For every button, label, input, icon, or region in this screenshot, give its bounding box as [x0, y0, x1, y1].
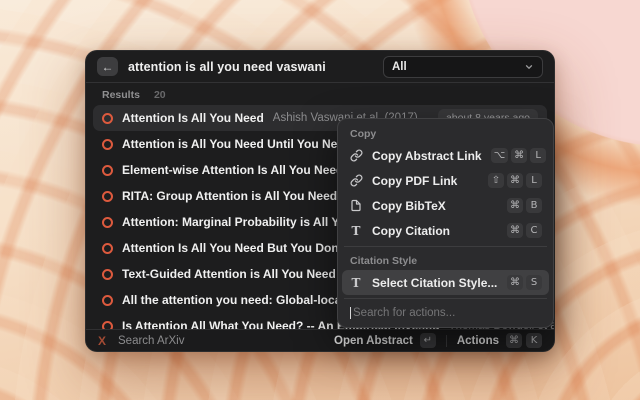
menu-item-label: Copy BibTeX: [372, 199, 498, 213]
arxiv-paper-icon: [102, 269, 113, 280]
return-key-icon: ↵: [420, 333, 436, 348]
arxiv-paper-icon: [102, 295, 113, 306]
document-icon: [350, 199, 362, 212]
arxiv-paper-icon: [102, 217, 113, 228]
link-icon: [350, 149, 363, 162]
shortcut-key: S: [526, 275, 542, 290]
extension-name: Search ArXiv: [118, 335, 184, 347]
arxiv-paper-icon: [102, 191, 113, 202]
menu-item-label: Select Citation Style...: [372, 276, 498, 290]
menu-item-shortcut: ⇧⌘L: [488, 173, 542, 188]
arxiv-paper-icon: [102, 243, 113, 254]
link-icon: [350, 174, 363, 187]
menu-item[interactable]: Copy PDF Link ⇧⌘L: [342, 168, 549, 193]
shortcut-key: ⌘: [506, 333, 522, 348]
results-label: Results: [102, 89, 140, 101]
text-style-icon: T: [352, 276, 361, 290]
menu-item-shortcut: ⌘B: [507, 198, 542, 213]
menu-divider: [344, 298, 547, 299]
menu-item[interactable]: T Copy Citation ⌘C: [342, 218, 549, 243]
shortcut-key: ⌘: [507, 275, 523, 290]
menu-section-title: Copy: [342, 123, 549, 143]
shortcut-key: ⌘: [507, 173, 523, 188]
shortcut-key: K: [526, 333, 542, 348]
results-header: Results 20: [86, 83, 554, 105]
menu-item[interactable]: Copy BibTeX ⌘B: [342, 193, 549, 218]
result-title: Attention Is All You Need: [122, 111, 264, 125]
shortcut-key: ⌥: [491, 148, 509, 163]
shortcut-key: L: [530, 148, 546, 163]
back-arrow-icon: ←: [102, 60, 114, 74]
search-input[interactable]: attention is all you need vaswani: [128, 60, 383, 74]
arxiv-paper-icon: [102, 165, 113, 176]
arxiv-paper-icon: [102, 321, 113, 330]
menu-item-label: Copy Citation: [372, 224, 498, 238]
actions-search-field[interactable]: Search for actions...: [342, 302, 549, 324]
results-count: 20: [154, 89, 166, 101]
shortcut-key: ⇧: [488, 173, 504, 188]
menu-item[interactable]: Copy Abstract Link ⌥⌘L: [342, 143, 549, 168]
arxiv-logo-icon: X: [98, 334, 106, 348]
back-button[interactable]: ←: [97, 57, 118, 76]
actions-button[interactable]: Actions: [457, 335, 499, 347]
dropdown-value: All: [392, 61, 524, 73]
desktop-background: ← attention is all you need vaswani All …: [0, 0, 640, 400]
statusbar-divider: [446, 335, 447, 347]
shortcut-key: ⌘: [511, 148, 527, 163]
shortcut-key: C: [526, 223, 542, 238]
text-style-icon: T: [352, 224, 361, 238]
menu-section-title: Citation Style: [342, 250, 549, 270]
menu-item-shortcut: ⌥⌘L: [491, 148, 547, 163]
shortcut-key: ⌘: [507, 198, 523, 213]
arxiv-paper-icon: [102, 139, 113, 150]
menu-divider: [344, 246, 547, 247]
actions-menu: CopyCopy Abstract Link⌥⌘LCopy PDF Link⇧⌘…: [337, 118, 554, 328]
shortcut-key: L: [526, 173, 542, 188]
status-bar: X Search ArXiv Open Abstract ↵ Actions ⌘…: [86, 329, 554, 351]
actions-search-placeholder: Search for actions...: [353, 307, 455, 319]
actions-menu-sections: CopyCopy Abstract Link⌥⌘LCopy PDF Link⇧⌘…: [342, 123, 549, 295]
category-dropdown[interactable]: All: [383, 56, 543, 78]
menu-item-label: Copy PDF Link: [372, 174, 479, 188]
menu-item-label: Copy Abstract Link: [372, 149, 482, 163]
menu-item-shortcut: ⌘C: [507, 223, 542, 238]
actions-shortcut-keys: ⌘K: [506, 333, 542, 348]
shortcut-key: ⌘: [507, 223, 523, 238]
arxiv-paper-icon: [102, 113, 113, 124]
search-header: ← attention is all you need vaswani All: [86, 51, 554, 83]
menu-item-shortcut: ⌘S: [507, 275, 542, 290]
chevron-down-icon: [524, 62, 534, 72]
text-caret: [350, 307, 351, 319]
result-title: Element-wise Attention Is All You Need: [122, 163, 343, 177]
open-abstract-button[interactable]: Open Abstract: [334, 335, 413, 347]
menu-item[interactable]: T Select Citation Style... ⌘S: [342, 270, 549, 295]
shortcut-key: B: [526, 198, 542, 213]
